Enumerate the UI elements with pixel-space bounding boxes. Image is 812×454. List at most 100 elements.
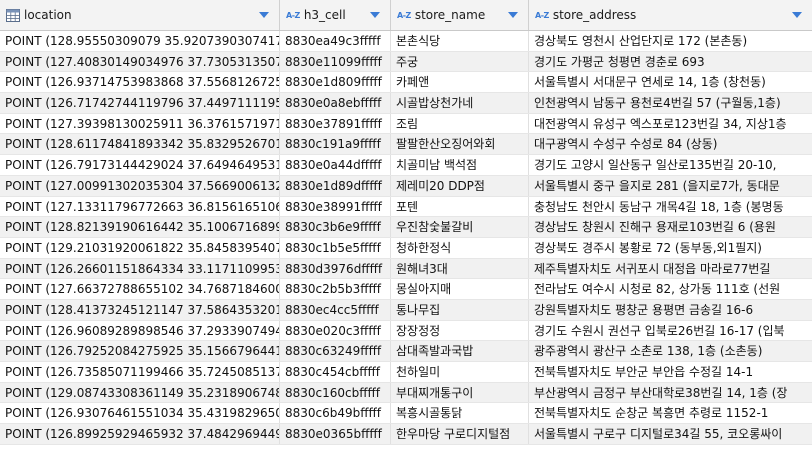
cell-store-name[interactable]: 원해녀3대	[391, 258, 529, 279]
cell-store-address[interactable]: 경기도 고양시 일산동구 일산로135번길 20-10,	[529, 155, 812, 175]
table-row[interactable]: POINT (127.39398130025911 36.37615719717…	[0, 113, 812, 135]
table-row[interactable]: POINT (127.13311796772663 36.81561651068…	[0, 196, 812, 218]
cell-store-name[interactable]: 복흥시골통닭	[391, 403, 529, 424]
cell-store-name[interactable]: 통나무집	[391, 299, 529, 320]
cell-h3-cell[interactable]: 8830c1b5e5fffff	[280, 237, 391, 258]
cell-store-address[interactable]: 대구광역시 수성구 수성로 84 (상동)	[529, 134, 812, 154]
cell-store-name[interactable]: 팔팔한산오징어와회	[391, 134, 529, 155]
table-row[interactable]: POINT (126.26601151864334 33.11711099539…	[0, 258, 812, 280]
cell-store-address[interactable]: 전라남도 여수시 시청로 82, 상가동 111호 (선원	[529, 279, 812, 299]
cell-store-name[interactable]: 우진참숯불갈비	[391, 217, 529, 237]
chevron-down-icon[interactable]	[368, 8, 382, 22]
cell-location[interactable]: POINT (126.93076461551034 35.43198296502…	[0, 403, 280, 424]
cell-location[interactable]: POINT (126.79173144429024 37.64946495312…	[0, 155, 280, 175]
column-header-store-address[interactable]: A-Z store_address	[529, 0, 812, 30]
cell-h3-cell[interactable]: 8830c191a9fffff	[280, 134, 391, 155]
cell-location[interactable]: POINT (126.26601151864334 33.11711099539…	[0, 258, 280, 279]
cell-location[interactable]: POINT (127.40830149034976 37.73053135077…	[0, 51, 280, 72]
cell-location[interactable]: POINT (127.66372788655102 34.76871846000…	[0, 279, 280, 299]
cell-location[interactable]: POINT (126.93714753983868 37.55681267252…	[0, 72, 280, 93]
cell-store-address[interactable]: 경기도 수원시 권선구 입북로26번길 16-17 (입북	[529, 321, 812, 341]
column-header-location[interactable]: location	[0, 0, 280, 30]
cell-store-address[interactable]: 부산광역시 금정구 부산대학로38번길 14, 1층 (장	[529, 383, 812, 403]
cell-h3-cell[interactable]: 8830c63249fffff	[280, 341, 391, 361]
cell-store-name[interactable]: 포텐	[391, 196, 529, 217]
cell-store-address[interactable]: 제주특별자치도 서귀포시 대정읍 마라로77번길	[529, 259, 812, 279]
cell-location[interactable]: POINT (126.73585071199466 35.72450851374…	[0, 362, 280, 382]
table-row[interactable]: POINT (129.08743308361149 35.23189067480…	[0, 382, 812, 404]
cell-location[interactable]: POINT (127.39398130025911 36.37615719717…	[0, 113, 280, 134]
cell-location[interactable]: POINT (127.00991302035304 37.56690061322…	[0, 175, 280, 196]
table-row[interactable]: POINT (128.41373245121147 37.58643532017…	[0, 299, 812, 321]
cell-h3-cell[interactable]: 8830c6b49bfffff	[280, 403, 391, 424]
cell-store-name[interactable]: 주궁	[391, 51, 529, 72]
chevron-down-icon[interactable]	[506, 8, 520, 22]
table-row[interactable]: POINT (126.93076461551034 35.43198296502…	[0, 403, 812, 425]
cell-h3-cell[interactable]: 8830c3b6e9fffff	[280, 217, 391, 237]
cell-h3-cell[interactable]: 8830e37891fffff	[280, 113, 391, 134]
table-row[interactable]: POINT (127.40830149034976 37.73053135077…	[0, 51, 812, 73]
table-row[interactable]: POINT (126.93714753983868 37.55681267252…	[0, 72, 812, 94]
table-row[interactable]: POINT (129.21031920061822 35.84583954074…	[0, 237, 812, 259]
column-header-h3-cell[interactable]: A-Z h3_cell	[280, 0, 391, 30]
cell-store-name[interactable]: 천하일미	[391, 362, 529, 382]
cell-h3-cell[interactable]: 8830e0a8ebfffff	[280, 93, 391, 113]
cell-store-address[interactable]: 경상남도 창원시 진해구 용재로103번길 6 (용원	[529, 217, 812, 237]
cell-store-address[interactable]: 경기도 가평군 청평면 경춘로 693	[529, 52, 812, 72]
cell-store-address[interactable]: 경상북도 경주시 봉황로 72 (동부동,외1필지)	[529, 238, 812, 258]
cell-store-address[interactable]: 전북특별자치도 순창군 복흥면 추령로 1152-1	[529, 403, 812, 423]
cell-h3-cell[interactable]: 8830e0365bfffff	[280, 424, 391, 444]
cell-store-address[interactable]: 서울특별시 구로구 디지털로34길 55, 코오롱싸이	[529, 424, 812, 444]
table-row[interactable]: POINT (127.66372788655102 34.76871846000…	[0, 279, 812, 300]
cell-location[interactable]: POINT (126.71742744119796 37.44971111959…	[0, 93, 280, 113]
table-row[interactable]: POINT (126.79252084275925 35.15667964412…	[0, 341, 812, 362]
cell-store-name[interactable]: 제레미20 DDP점	[391, 175, 529, 196]
cell-h3-cell[interactable]: 8830c160cbfffff	[280, 382, 391, 403]
table-row[interactable]: POINT (128.61174841893342 35.83295267013…	[0, 134, 812, 156]
cell-h3-cell[interactable]: 8830e1d89dfffff	[280, 175, 391, 196]
cell-store-name[interactable]: 카페앤	[391, 72, 529, 93]
cell-store-address[interactable]: 대전광역시 유성구 엑스포로123번길 34, 지상1층	[529, 114, 812, 134]
cell-location[interactable]: POINT (128.61174841893342 35.83295267013…	[0, 134, 280, 155]
cell-location[interactable]: POINT (127.13311796772663 36.81561651068…	[0, 196, 280, 217]
cell-location[interactable]: POINT (126.96089289898546 37.29339074944…	[0, 320, 280, 341]
cell-store-name[interactable]: 시골밥상천가네	[391, 93, 529, 113]
cell-store-name[interactable]: 청하한정식	[391, 237, 529, 258]
cell-h3-cell[interactable]: 8830c2b5b3fffff	[280, 279, 391, 299]
cell-store-name[interactable]: 장장정정	[391, 320, 529, 341]
cell-location[interactable]: POINT (128.95550309079 35.92073903074179…	[0, 31, 280, 51]
cell-store-address[interactable]: 전북특별자치도 부안군 부안읍 수정길 14-1	[529, 362, 812, 382]
cell-location[interactable]: POINT (129.21031920061822 35.84583954074…	[0, 237, 280, 258]
table-row[interactable]: POINT (126.79173144429024 37.64946495312…	[0, 155, 812, 176]
cell-store-address[interactable]: 충청남도 천안시 동남구 개목4길 18, 1층 (봉명동	[529, 197, 812, 217]
cell-store-name[interactable]: 한우마당 구로디지털점	[391, 424, 529, 444]
cell-store-name[interactable]: 삼대족발과국밥	[391, 341, 529, 361]
cell-store-name[interactable]: 본촌식당	[391, 31, 529, 51]
column-header-store-name[interactable]: A-Z store_name	[391, 0, 529, 30]
cell-location[interactable]: POINT (126.79252084275925 35.15667964412…	[0, 341, 280, 361]
table-row[interactable]: POINT (126.96089289898546 37.29339074944…	[0, 320, 812, 342]
cell-h3-cell[interactable]: 8830ec4cc5fffff	[280, 299, 391, 320]
chevron-down-icon[interactable]	[790, 8, 804, 22]
cell-h3-cell[interactable]: 8830e1d809fffff	[280, 72, 391, 93]
cell-h3-cell[interactable]: 8830e11099fffff	[280, 51, 391, 72]
cell-store-address[interactable]: 인천광역시 남동구 용천로4번길 57 (구월동,1층)	[529, 93, 812, 113]
cell-h3-cell[interactable]: 8830c454cbfffff	[280, 362, 391, 382]
cell-store-name[interactable]: 몽실아지매	[391, 279, 529, 299]
cell-h3-cell[interactable]: 8830e020c3fffff	[280, 320, 391, 341]
table-row[interactable]: POINT (126.89925929465932 37.48429694491…	[0, 424, 812, 445]
cell-store-address[interactable]: 강원특별자치도 평창군 용평면 금송길 16-6	[529, 300, 812, 320]
cell-store-name[interactable]: 부대찌개통구이	[391, 382, 529, 403]
cell-store-name[interactable]: 치골미남 백석점	[391, 155, 529, 175]
table-row[interactable]: POINT (127.00991302035304 37.56690061322…	[0, 175, 812, 197]
table-row[interactable]: POINT (128.82139190616442 35.10067168997…	[0, 217, 812, 238]
cell-h3-cell[interactable]: 8830ea49c3fffff	[280, 31, 391, 51]
cell-location[interactable]: POINT (128.41373245121147 37.58643532017…	[0, 299, 280, 320]
cell-h3-cell[interactable]: 8830e38991fffff	[280, 196, 391, 217]
cell-location[interactable]: POINT (129.08743308361149 35.23189067480…	[0, 382, 280, 403]
table-row[interactable]: POINT (126.71742744119796 37.44971111959…	[0, 93, 812, 114]
cell-store-address[interactable]: 서울특별시 서대문구 연세로 14, 1층 (창천동)	[529, 72, 812, 92]
cell-store-name[interactable]: 조림	[391, 113, 529, 134]
cell-store-address[interactable]: 서울특별시 중구 을지로 281 (을지로7가, 동대문	[529, 176, 812, 196]
cell-h3-cell[interactable]: 8830e0a44dfffff	[280, 155, 391, 175]
